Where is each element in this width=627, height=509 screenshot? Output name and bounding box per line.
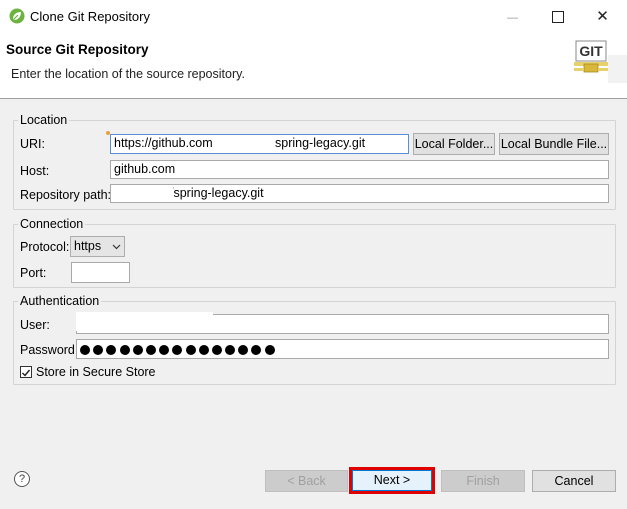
uri-value-start: https://github.com: [114, 136, 213, 150]
user-label: User:: [20, 318, 50, 332]
password-dot: [132, 344, 143, 355]
spring-leaf-icon: [9, 8, 25, 24]
protocol-label: Protocol:: [20, 240, 70, 254]
minimize-icon: —: [507, 12, 518, 24]
cancel-button[interactable]: Cancel: [532, 470, 616, 492]
redaction-mask: [216, 135, 272, 152]
uri-input[interactable]: https://github.com spring-legacy.git: [110, 134, 409, 154]
repository-path-input[interactable]: /spring-legacy.git: [110, 184, 609, 203]
minimize-button[interactable]: —: [490, 0, 535, 33]
close-button[interactable]: ✕: [580, 0, 625, 33]
password-dot: [80, 344, 90, 355]
window-title: Clone Git Repository: [30, 9, 150, 24]
location-legend: Location: [18, 113, 70, 127]
git-logo-icon: GIT: [574, 40, 627, 83]
password-dot: [264, 344, 275, 355]
password-dot: [93, 344, 104, 355]
password-dot: [185, 344, 196, 355]
finish-button[interactable]: Finish: [441, 470, 525, 492]
password-dot: [106, 344, 117, 355]
port-label: Port:: [20, 266, 47, 280]
page-title: Source Git Repository: [6, 42, 149, 57]
password-dot: [211, 344, 222, 355]
password-label: Password:: [20, 343, 79, 357]
password-dot: [159, 344, 170, 355]
close-icon: ✕: [596, 8, 609, 25]
redaction-mask: [111, 185, 173, 202]
password-dot: [225, 344, 236, 355]
chevron-down-icon: [112, 244, 121, 250]
help-icon: ?: [18, 473, 26, 485]
uri-label: URI:: [20, 137, 45, 151]
password-dot: [198, 344, 209, 355]
wizard-header: Source Git Repository Enter the location…: [0, 33, 627, 99]
password-mask: [80, 342, 278, 356]
password-dot: [238, 344, 249, 355]
help-button[interactable]: ?: [14, 471, 30, 487]
host-input[interactable]: github.com: [110, 160, 609, 179]
host-label: Host:: [20, 164, 50, 178]
checkmark-icon: [22, 369, 31, 377]
page-description: Enter the location of the source reposit…: [11, 67, 245, 81]
maximize-icon: [551, 11, 564, 24]
store-secure-label: Store in Secure Store: [36, 365, 156, 379]
uri-value-end: spring-legacy.git: [275, 136, 366, 150]
port-input[interactable]: [71, 262, 130, 283]
git-badge-text: GIT: [579, 43, 603, 59]
redaction-mask: [76, 312, 213, 331]
password-input[interactable]: [76, 339, 609, 359]
local-folder-button[interactable]: Local Folder...: [413, 133, 495, 155]
store-secure-checkbox[interactable]: [20, 366, 32, 378]
password-dot: [172, 344, 183, 355]
protocol-select[interactable]: https: [70, 236, 125, 257]
local-bundle-file-button[interactable]: Local Bundle File...: [499, 133, 609, 155]
password-dot: [119, 344, 130, 355]
maximize-button[interactable]: [535, 0, 580, 33]
repository-path-value: /spring-legacy.git: [170, 186, 264, 200]
protocol-value: https: [74, 239, 102, 253]
password-dot: [251, 344, 262, 355]
title-bar: Clone Git Repository — ✕: [0, 0, 627, 33]
password-dot: [145, 344, 156, 355]
connection-legend: Connection: [18, 217, 86, 231]
next-button[interactable]: Next >: [352, 470, 432, 491]
back-button[interactable]: < Back: [265, 470, 348, 492]
authentication-legend: Authentication: [18, 294, 102, 308]
repository-path-label: Repository path:: [20, 188, 112, 202]
